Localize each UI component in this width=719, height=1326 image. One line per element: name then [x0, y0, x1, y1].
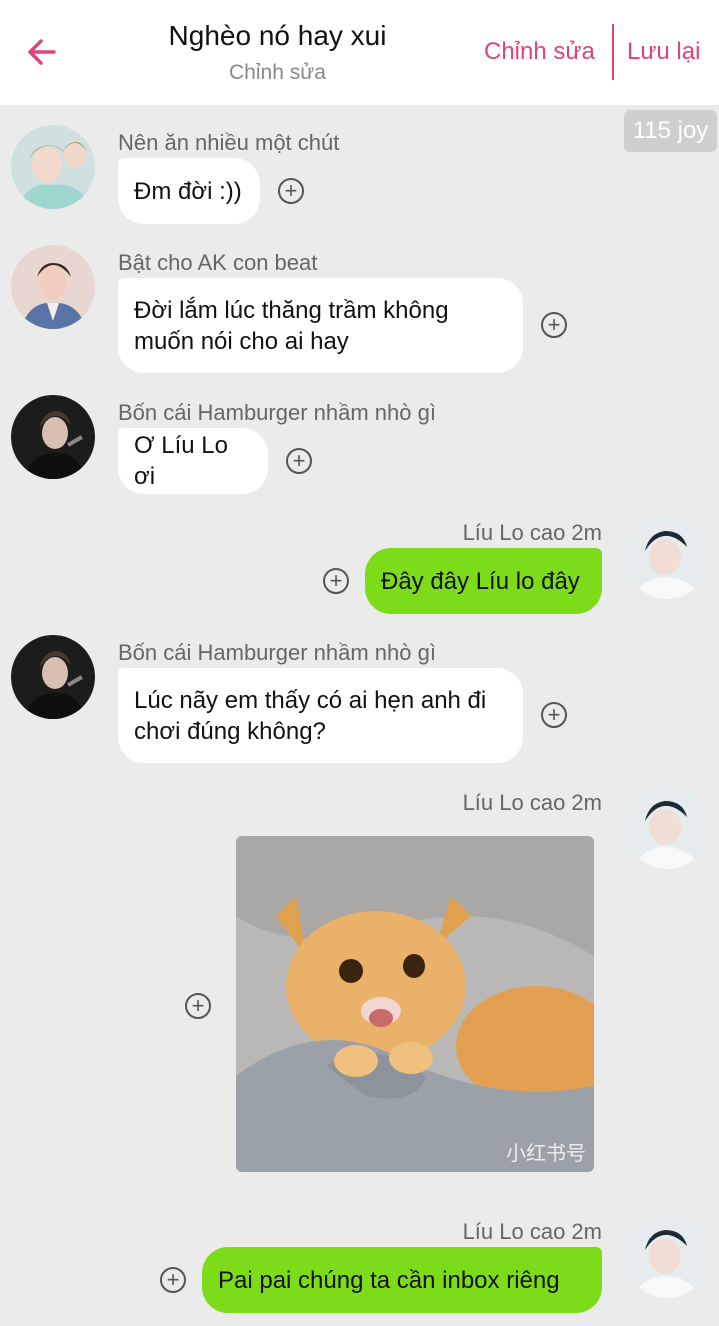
plus-icon: + [284, 178, 298, 203]
edit-button[interactable]: Chỉnh sửa [484, 38, 595, 66]
add-reaction-button[interactable]: + [160, 1267, 186, 1293]
avatar[interactable] [11, 125, 95, 209]
sender-name: Líu Lo cao 2m [462, 1219, 602, 1244]
avatar[interactable] [625, 515, 709, 599]
cat-sticker-image [236, 836, 594, 1172]
header-divider [612, 24, 614, 80]
add-reaction-button[interactable]: + [286, 448, 312, 474]
message-bubble[interactable]: Đây đây Líu lo đây [365, 548, 602, 614]
plus-icon: + [166, 1267, 180, 1292]
add-reaction-button[interactable]: + [541, 702, 567, 728]
save-button[interactable]: Lưu lại [627, 38, 700, 66]
message-bubble[interactable]: Đời lắm lúc thăng trầm không muốn nói ch… [118, 278, 523, 373]
avatar-photo [11, 395, 95, 479]
avatar-photo [11, 245, 95, 329]
avatar-photo [625, 515, 709, 599]
chat-header: Nghèo nó hay xui Chỉnh sửa Chỉnh sửa Lưu… [0, 0, 719, 105]
avatar[interactable] [11, 635, 95, 719]
sender-name: Nên ăn nhiều một chút [118, 130, 340, 155]
avatar[interactable] [11, 395, 95, 479]
plus-icon: + [547, 312, 561, 337]
avatar-photo [625, 1214, 709, 1298]
avatar-photo [11, 635, 95, 719]
avatar[interactable] [11, 245, 95, 329]
sender-name: Bốn cái Hamburger nhầm nhò gì [118, 400, 436, 425]
add-reaction-button[interactable]: + [185, 993, 211, 1019]
message-bubble[interactable]: Pai pai chúng ta cần inbox riêng [202, 1247, 602, 1313]
message-line: Ơ Líu Lo ơi [134, 432, 228, 490]
message-line: chơi đúng không? [134, 717, 326, 745]
plus-icon: + [329, 568, 343, 593]
message-bubble[interactable]: Lúc nãy em thấy có ai hẹn anh đi chơi đú… [118, 668, 523, 763]
message-line: muốn nói cho ai hay [134, 327, 349, 355]
message-line: Đây đây Líu lo đây [381, 567, 580, 595]
chat-title: Nghèo nó hay xui [168, 20, 387, 51]
chat-subtitle: Chỉnh sửa [229, 61, 326, 84]
sender-name: Líu Lo cao 2m [462, 520, 602, 545]
message-line: Đời lắm lúc thăng trầm không [134, 296, 449, 324]
plus-icon: + [292, 448, 306, 473]
avatar-photo [625, 785, 709, 869]
avatar[interactable] [625, 785, 709, 869]
sender-name: Bật cho AK con beat [118, 250, 318, 275]
sender-name: Bốn cái Hamburger nhầm nhò gì [118, 640, 436, 665]
plus-icon: + [547, 702, 561, 727]
message-line: Đm đời :)) [134, 177, 242, 205]
sticker-watermark: 小红书号 [506, 1143, 586, 1165]
message-bubble[interactable]: Đm đời :)) [118, 158, 260, 224]
joy-badge: 115 joy [624, 110, 717, 152]
avatar-photo [11, 125, 95, 209]
plus-icon: + [191, 993, 205, 1018]
message-bubble[interactable]: Ơ Líu Lo ơi [118, 428, 268, 494]
message-line: Lúc nãy em thấy có ai hẹn anh đi [134, 686, 487, 714]
avatar[interactable] [625, 1214, 709, 1298]
add-reaction-button[interactable]: + [323, 568, 349, 594]
sender-name: Líu Lo cao 2m [462, 790, 602, 815]
message-line: Pai pai chúng ta cần inbox riêng [218, 1266, 560, 1294]
cat-sticker[interactable]: 小红书号 [236, 836, 594, 1172]
add-reaction-button[interactable]: + [541, 312, 567, 338]
add-reaction-button[interactable]: + [278, 178, 304, 204]
